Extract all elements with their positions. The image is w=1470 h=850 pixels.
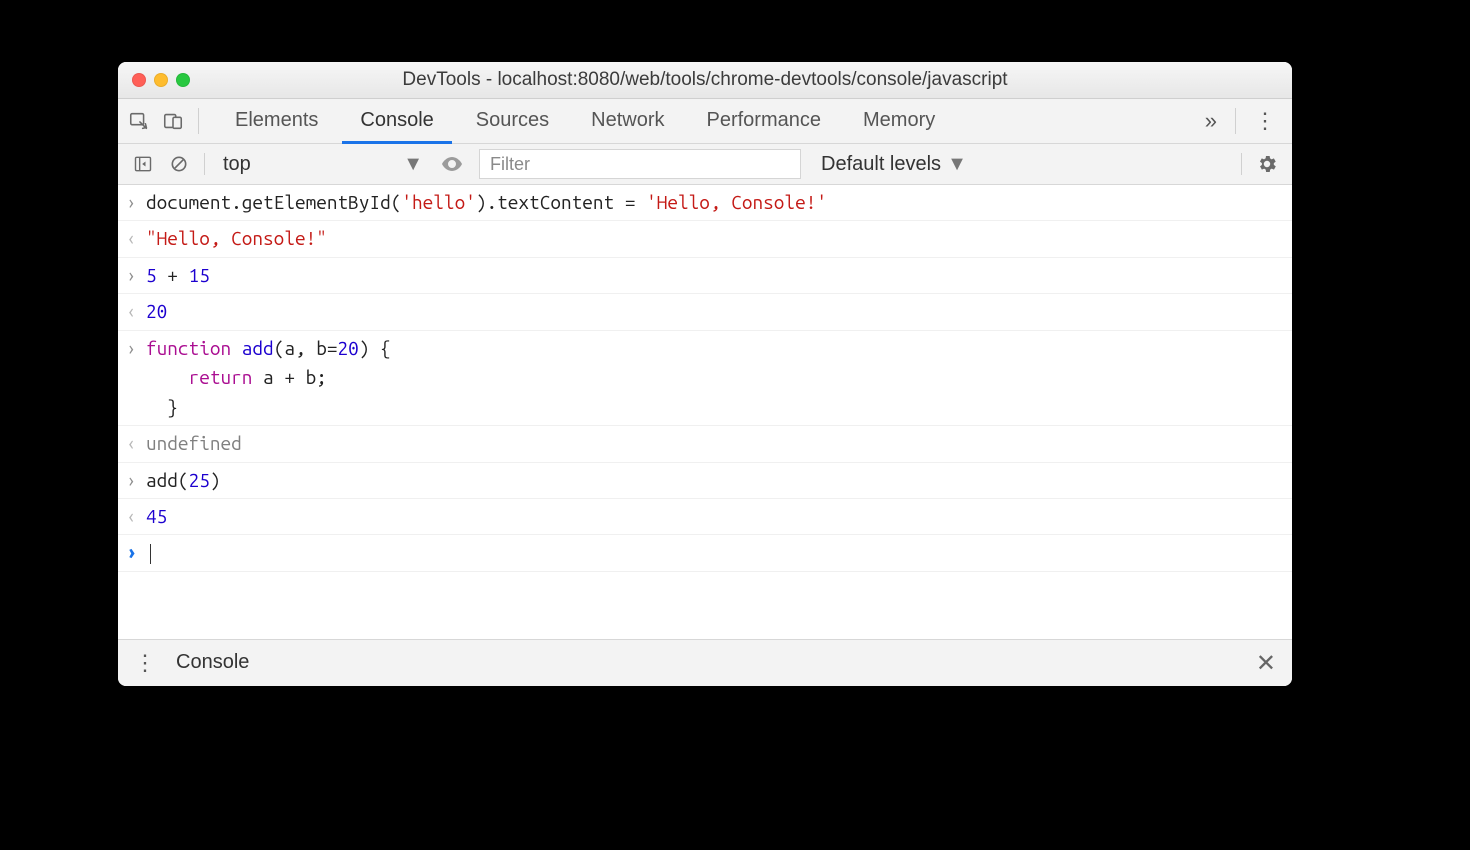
log-levels-selector[interactable]: Default levels ▼ xyxy=(811,153,977,176)
prompt-input[interactable] xyxy=(146,538,1282,567)
toolbar-divider xyxy=(1241,153,1242,175)
console-input-row: ›5 + 15 xyxy=(118,258,1292,294)
console-settings-icon[interactable] xyxy=(1250,147,1284,181)
console-line-content: function add(a, b=20) { return a + b; } xyxy=(146,334,1282,422)
tab-performance[interactable]: Performance xyxy=(689,100,840,144)
console-line-content: 45 xyxy=(146,502,1282,531)
tab-console[interactable]: Console xyxy=(342,100,451,144)
chevron-down-icon: ▼ xyxy=(403,153,423,176)
console-input-row: ›function add(a, b=20) { return a + b; } xyxy=(118,331,1292,426)
zoom-window-button[interactable] xyxy=(176,73,190,87)
console-prompt[interactable]: › xyxy=(118,535,1292,571)
input-chevron-icon: › xyxy=(126,466,146,495)
input-chevron-icon: › xyxy=(126,261,146,290)
console-toolbar: top ▼ Default levels ▼ xyxy=(118,144,1292,185)
device-toolbar-icon[interactable] xyxy=(156,104,190,138)
output-chevron-icon: ‹ xyxy=(126,429,146,458)
console-line-content: undefined xyxy=(146,429,1282,458)
window-title: DevTools - localhost:8080/web/tools/chro… xyxy=(402,69,1007,91)
tabs-overflow-icon[interactable]: » xyxy=(1195,99,1227,143)
console-line-content: add(25) xyxy=(146,466,1282,495)
console-line-content: "Hello, Console!" xyxy=(146,224,1282,253)
clear-console-icon[interactable] xyxy=(162,147,196,181)
close-window-button[interactable] xyxy=(132,73,146,87)
console-line-content: 5 + 15 xyxy=(146,261,1282,290)
output-chevron-icon: ‹ xyxy=(126,502,146,531)
main-tabs: ElementsConsoleSourcesNetworkPerformance… xyxy=(217,99,1195,143)
console-output-row: ‹"Hello, Console!" xyxy=(118,221,1292,257)
output-chevron-icon: ‹ xyxy=(126,297,146,326)
chevron-down-icon: ▼ xyxy=(947,153,967,176)
tab-sources[interactable]: Sources xyxy=(458,100,567,144)
input-chevron-icon: › xyxy=(126,188,146,217)
main-tabstrip: ElementsConsoleSourcesNetworkPerformance… xyxy=(118,99,1292,144)
minimize-window-button[interactable] xyxy=(154,73,168,87)
drawer-tab-console[interactable]: Console xyxy=(162,640,263,687)
tab-network[interactable]: Network xyxy=(573,100,682,144)
toggle-drawer-icon[interactable] xyxy=(126,147,160,181)
filter-input[interactable] xyxy=(479,149,801,179)
drawer: ⋮ Console ✕ xyxy=(118,639,1292,686)
console-output[interactable]: ›document.getElementById('hello').textCo… xyxy=(118,185,1292,639)
tab-memory[interactable]: Memory xyxy=(845,100,953,144)
devtools-window: DevTools - localhost:8080/web/tools/chro… xyxy=(118,62,1292,686)
log-levels-label: Default levels xyxy=(821,153,941,176)
close-drawer-icon[interactable]: ✕ xyxy=(1250,649,1282,678)
toolbar-divider xyxy=(204,153,205,175)
console-input-row: ›add(25) xyxy=(118,463,1292,499)
console-output-row: ‹undefined xyxy=(118,426,1292,462)
context-selector[interactable]: top ▼ xyxy=(213,153,433,176)
drawer-tab-label: Console xyxy=(176,651,249,674)
tabstrip-divider xyxy=(1235,108,1236,134)
context-selector-label: top xyxy=(223,153,251,176)
drawer-menu-icon[interactable]: ⋮ xyxy=(128,646,162,680)
prompt-chevron-icon: › xyxy=(126,538,146,567)
console-line-content: 20 xyxy=(146,297,1282,326)
console-output-row: ‹20 xyxy=(118,294,1292,330)
output-chevron-icon: ‹ xyxy=(126,224,146,253)
input-chevron-icon: › xyxy=(126,334,146,422)
console-input-row: ›document.getElementById('hello').textCo… xyxy=(118,185,1292,221)
tabstrip-leading-tools xyxy=(122,99,207,143)
console-line-content: document.getElementById('hello').textCon… xyxy=(146,188,1282,217)
titlebar[interactable]: DevTools - localhost:8080/web/tools/chro… xyxy=(118,62,1292,99)
console-output-row: ‹45 xyxy=(118,499,1292,535)
tab-elements[interactable]: Elements xyxy=(217,100,336,144)
inspect-element-icon[interactable] xyxy=(122,104,156,138)
settings-menu-icon[interactable]: ⋮ xyxy=(1244,99,1286,143)
window-controls xyxy=(132,73,190,87)
tabstrip-divider xyxy=(198,108,199,134)
live-expression-icon[interactable] xyxy=(435,147,469,181)
